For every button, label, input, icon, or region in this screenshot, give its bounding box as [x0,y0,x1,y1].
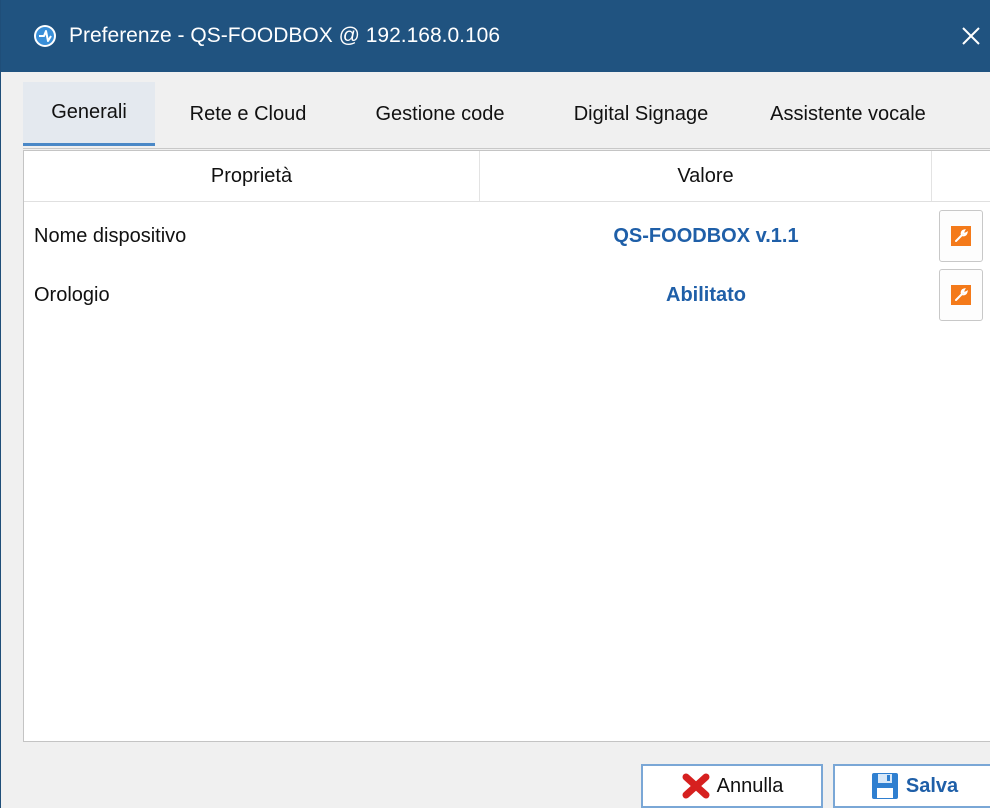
preferences-window: Preferenze - QS-FOODBOX @ 192.168.0.106 … [0,0,990,808]
property-value: Abilitato [666,283,746,306]
save-label: Salva [905,774,959,797]
grid-header: Proprietà Valore [24,151,990,202]
tab-generali[interactable]: Generali [23,82,155,146]
close-icon [962,27,980,45]
cancel-label: Annulla [716,774,784,797]
tab-rete-e-cloud[interactable]: Rete e Cloud [155,82,341,146]
property-value: QS-FOODBOX v.1.1 [613,224,799,247]
property-name: Orologio [34,283,110,306]
red-x-icon [682,773,710,799]
wrench-icon [951,226,971,246]
floppy-disk-icon [871,773,898,799]
wrench-icon [951,285,971,305]
tab-strip: Generali Rete e Cloud Gestione code Digi… [23,82,953,148]
tab-digital-signage[interactable]: Digital Signage [539,82,743,146]
window-title: Preferenze - QS-FOODBOX @ 192.168.0.106 [69,24,501,47]
cancel-button[interactable]: Annulla [641,764,823,808]
tab-divider [23,148,990,149]
close-button[interactable] [951,0,990,72]
column-header-action [932,151,990,201]
table-row[interactable]: Nome dispositivo QS-FOODBOX v.1.1 [24,207,990,265]
properties-grid: Proprietà Valore Nome dispositivo QS-FOO… [23,150,990,742]
column-header-property[interactable]: Proprietà [24,151,480,201]
tab-gestione-code[interactable]: Gestione code [341,82,539,146]
column-header-value[interactable]: Valore [480,151,932,201]
title-bar[interactable]: Preferenze - QS-FOODBOX @ 192.168.0.106 [1,0,990,72]
edit-nome-dispositivo-button[interactable] [939,210,983,262]
edit-orologio-button[interactable] [939,269,983,321]
save-button[interactable]: Salva [833,764,990,808]
app-logo-icon [34,25,56,47]
tab-assistente-vocale[interactable]: Assistente vocale [743,82,953,146]
table-row[interactable]: Orologio Abilitato [24,266,990,324]
property-name: Nome dispositivo [34,224,187,247]
